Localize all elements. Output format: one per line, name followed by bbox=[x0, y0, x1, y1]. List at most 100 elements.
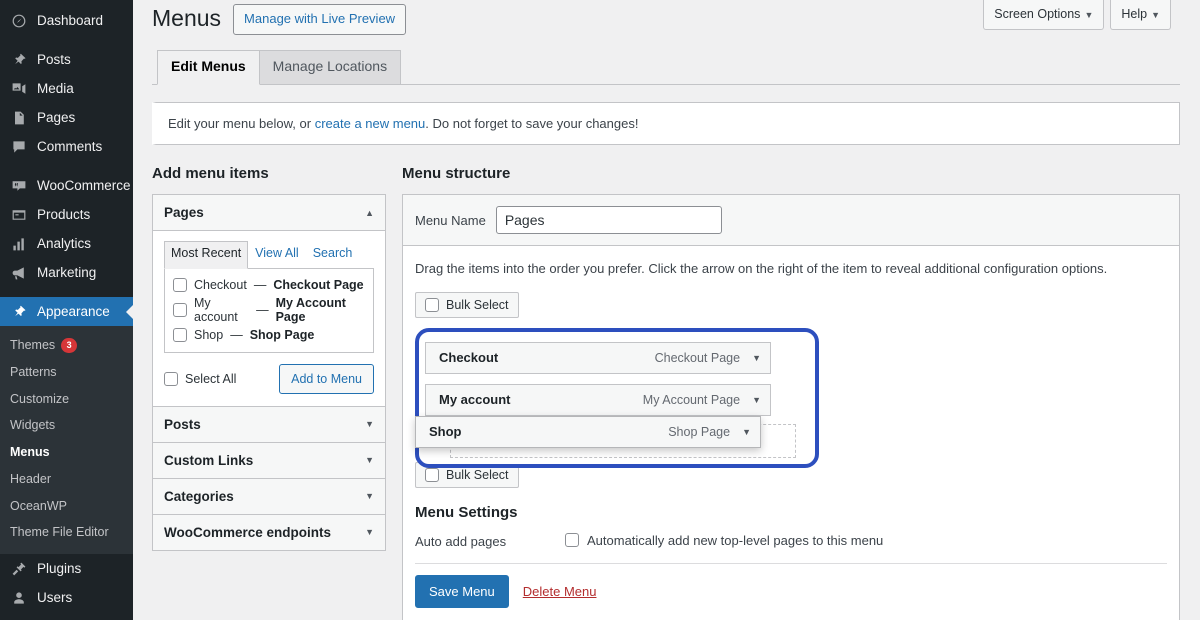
sidebar-label: Pages bbox=[37, 109, 76, 125]
sidebar-divider bbox=[0, 35, 133, 45]
bulk-select-checkbox-top[interactable] bbox=[425, 297, 439, 312]
accordion-panel-posts: Posts ▼ bbox=[153, 406, 385, 443]
sidebar-item-posts[interactable]: Posts bbox=[0, 45, 133, 74]
accordion-header-custom-links[interactable]: Custom Links ▼ bbox=[153, 442, 385, 478]
pin-icon bbox=[10, 51, 28, 69]
inner-tab-view-all[interactable]: View All bbox=[248, 241, 306, 268]
submenu-item-menus[interactable]: Menus bbox=[0, 439, 133, 466]
menu-item-meta: My Account Page ▼ bbox=[643, 393, 761, 407]
select-all-checkbox[interactable] bbox=[164, 371, 178, 386]
bulk-select-checkbox-bottom[interactable] bbox=[425, 467, 439, 482]
chevron-down-icon[interactable]: ▼ bbox=[752, 353, 761, 363]
sidebar-label: Appearance bbox=[37, 303, 110, 319]
sidebar-item-products[interactable]: Products bbox=[0, 200, 133, 229]
menu-item-type: Shop Page bbox=[668, 424, 731, 439]
page-checkbox-checkout[interactable] bbox=[173, 277, 187, 292]
bulk-select-top[interactable]: Bulk Select bbox=[415, 291, 519, 318]
delete-menu-link[interactable]: Delete Menu bbox=[523, 584, 597, 599]
sidebar-label: Products bbox=[37, 206, 91, 222]
manage-with-live-preview-button[interactable]: Manage with Live Preview bbox=[233, 4, 407, 35]
list-item[interactable]: My account — My Account Page bbox=[173, 294, 365, 326]
sidebar-label: Media bbox=[37, 80, 74, 96]
submenu-label: OceanWP bbox=[10, 498, 67, 513]
sidebar-label: Dashboard bbox=[37, 12, 104, 28]
megaphone-icon bbox=[10, 264, 28, 282]
menu-item-meta: Checkout Page ▼ bbox=[655, 351, 761, 365]
page-checkbox-my-account[interactable] bbox=[173, 302, 187, 317]
sidebar-item-woocommerce[interactable]: WooCommerce bbox=[0, 171, 133, 200]
submenu-label: Customize bbox=[10, 391, 70, 406]
sidebar-label: Plugins bbox=[37, 560, 82, 576]
pages-inner-tabs: Most Recent View All Search bbox=[164, 241, 374, 269]
inner-tab-search[interactable]: Search bbox=[306, 241, 360, 268]
submenu-item-theme-file-editor[interactable]: Theme File Editor bbox=[0, 519, 133, 546]
tab-manage-locations[interactable]: Manage Locations bbox=[258, 50, 402, 84]
screen-options-button[interactable]: Screen Options ▼ bbox=[983, 0, 1105, 30]
add-to-menu-button[interactable]: Add to Menu bbox=[279, 363, 374, 394]
page-checkbox-shop[interactable] bbox=[173, 327, 187, 342]
auto-add-pages-control[interactable]: Automatically add new top-level pages to… bbox=[565, 533, 883, 548]
accordion-title: Custom Links bbox=[164, 452, 254, 468]
accordion-header-posts[interactable]: Posts ▼ bbox=[153, 406, 385, 442]
help-button[interactable]: Help ▼ bbox=[1110, 0, 1171, 30]
submenu-item-oceanwp[interactable]: OceanWP bbox=[0, 493, 133, 520]
bulk-select-bottom[interactable]: Bulk Select bbox=[415, 461, 519, 488]
accordion-title: Pages bbox=[164, 205, 204, 221]
inner-tab-most-recent[interactable]: Most Recent bbox=[164, 241, 249, 269]
accordion-body-pages: Most Recent View All Search Checkout — C… bbox=[153, 231, 385, 406]
sidebar-item-analytics[interactable]: Analytics bbox=[0, 229, 133, 258]
menu-item-meta: Shop Page ▼ bbox=[668, 425, 751, 439]
submenu-item-widgets[interactable]: Widgets bbox=[0, 412, 133, 439]
sidebar-item-dashboard[interactable]: Dashboard bbox=[0, 6, 133, 35]
sidebar-item-marketing[interactable]: Marketing bbox=[0, 258, 133, 287]
tab-edit-menus[interactable]: Edit Menus bbox=[157, 50, 260, 85]
submenu-item-themes[interactable]: Themes 3 bbox=[0, 332, 133, 359]
auto-add-pages-checkbox[interactable] bbox=[565, 533, 579, 548]
submenu-item-header[interactable]: Header bbox=[0, 466, 133, 493]
accordion-header-pages[interactable]: Pages ▲ bbox=[153, 195, 385, 232]
menu-item-shop-dragging[interactable]: Shop Shop Page ▼ bbox=[415, 415, 761, 448]
sidebar-item-media[interactable]: Media bbox=[0, 74, 133, 103]
sidebar-item-comments[interactable]: Comments bbox=[0, 132, 133, 161]
menu-items-sortable-area[interactable]: Checkout Checkout Page ▼ My account My A… bbox=[415, 327, 1167, 468]
nav-tabs: Edit Menus Manage Locations bbox=[152, 50, 1180, 85]
menu-item-checkout[interactable]: Checkout Checkout Page ▼ bbox=[425, 341, 771, 374]
save-menu-button[interactable]: Save Menu bbox=[415, 574, 509, 609]
sidebar-divider bbox=[0, 161, 133, 171]
submenu-label: Themes bbox=[10, 338, 56, 352]
accordion-header-woocommerce-endpoints[interactable]: WooCommerce endpoints ▼ bbox=[153, 514, 385, 550]
notice-suffix: . Do not forget to save your changes! bbox=[425, 115, 639, 131]
menu-name-input[interactable] bbox=[495, 206, 722, 235]
sidebar-item-pages[interactable]: Pages bbox=[0, 103, 133, 132]
submenu-item-patterns[interactable]: Patterns bbox=[0, 359, 133, 386]
page-title: Menus bbox=[152, 5, 222, 32]
plug-icon bbox=[10, 560, 28, 578]
sidebar-item-plugins[interactable]: Plugins bbox=[0, 554, 133, 583]
sidebar-item-tools[interactable]: Tools bbox=[0, 612, 133, 620]
sidebar-top-group: Dashboard Posts Media Pages Comments Woo… bbox=[0, 0, 133, 620]
accordion-panel-pages: Pages ▲ Most Recent View All Search Chec… bbox=[153, 195, 385, 407]
list-item[interactable]: Shop — Shop Page bbox=[173, 326, 365, 344]
chevron-down-icon[interactable]: ▼ bbox=[752, 395, 761, 405]
wp-admin-screen: Dashboard Posts Media Pages Comments Woo… bbox=[0, 0, 1200, 620]
menu-item-my-account[interactable]: My account My Account Page ▼ bbox=[425, 383, 771, 416]
sidebar-divider bbox=[0, 287, 133, 297]
sidebar-label: WooCommerce bbox=[37, 177, 131, 193]
edit-menu-notice: Edit your menu below, or create a new me… bbox=[152, 101, 1180, 146]
chevron-down-icon: ▼ bbox=[365, 527, 374, 538]
accordion-header-categories[interactable]: Categories ▼ bbox=[153, 478, 385, 514]
list-item[interactable]: Checkout — Checkout Page bbox=[173, 276, 365, 294]
select-all-control[interactable]: Select All bbox=[164, 371, 236, 386]
page-name: Shop bbox=[194, 327, 224, 342]
pages-checkbox-list: Checkout — Checkout Page My account — My… bbox=[164, 267, 374, 353]
help-label: Help bbox=[1121, 7, 1148, 21]
create-new-menu-link[interactable]: create a new menu bbox=[315, 116, 426, 131]
accordion-title: Posts bbox=[164, 416, 201, 432]
submenu-label: Menus bbox=[10, 445, 50, 459]
submenu-item-customize[interactable]: Customize bbox=[0, 386, 133, 413]
chevron-down-icon[interactable]: ▼ bbox=[742, 427, 751, 437]
accordion-panel-custom-links: Custom Links ▼ bbox=[153, 442, 385, 479]
sidebar-item-users[interactable]: Users bbox=[0, 583, 133, 612]
sidebar-item-appearance[interactable]: Appearance bbox=[0, 297, 133, 326]
submenu-label: Widgets bbox=[10, 418, 56, 433]
